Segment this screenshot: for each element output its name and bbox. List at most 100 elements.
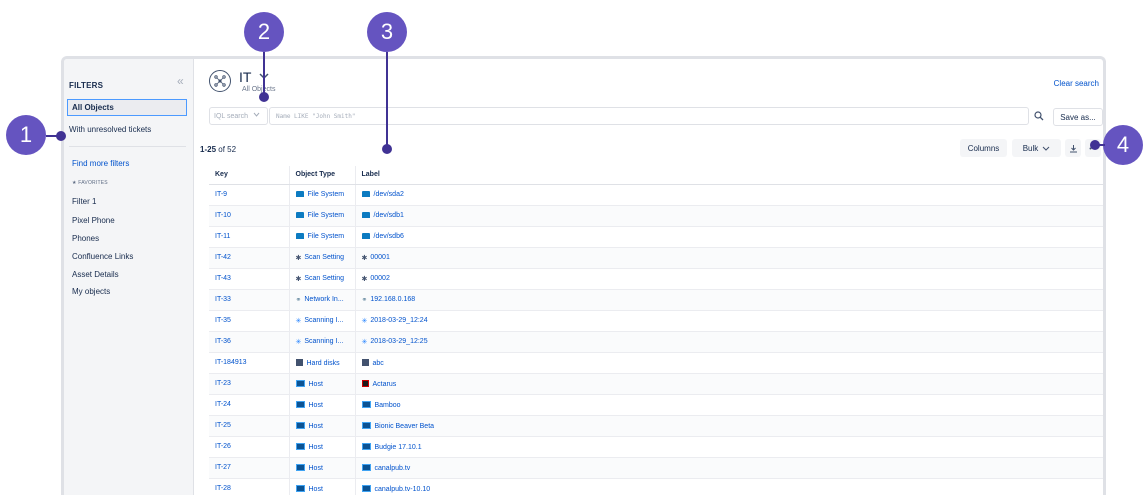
filter-all-objects[interactable]: All Objects — [67, 99, 187, 116]
collapse-sidebar-icon[interactable]: « — [177, 74, 184, 88]
table-row[interactable]: IT-9 File System /dev/sda2 — [209, 184, 1103, 206]
object-label-cell[interactable]: canalpub.tv — [354, 457, 1103, 479]
object-key[interactable]: IT-24 — [209, 394, 289, 416]
table-row[interactable]: IT-23 Host Actarus — [209, 373, 1103, 395]
object-key[interactable]: IT-11 — [209, 226, 289, 248]
object-label-cell[interactable]: abc — [354, 352, 1103, 374]
object-key[interactable]: IT-36 — [209, 331, 289, 353]
favorite-filter-1[interactable]: Filter 1 — [72, 197, 96, 206]
object-key[interactable]: IT-184913 — [209, 352, 289, 374]
object-type: Scanning I... — [304, 337, 344, 345]
object-key[interactable]: IT-10 — [209, 205, 289, 227]
object-type-cell[interactable]: Host — [288, 457, 355, 479]
object-label-cell[interactable]: /dev/sdb1 — [354, 205, 1103, 227]
object-label: Budgie 17.10.1 — [374, 443, 422, 451]
table-row[interactable]: IT-35 ✳ Scanning I... ✳ 2018-03-29_12:24 — [209, 310, 1103, 332]
object-type-cell[interactable]: Host — [288, 373, 355, 395]
filter-unresolved-tickets[interactable]: With unresolved tickets — [69, 125, 151, 134]
object-type-cell[interactable]: Host — [288, 478, 355, 495]
object-type-cell[interactable]: ✱ Scan Setting — [288, 268, 355, 290]
object-type: File System — [307, 233, 345, 240]
table-row[interactable]: IT-27 Host canalpub.tv — [209, 457, 1103, 479]
table-row[interactable]: IT-28 Host canalpub.tv-10.10 — [209, 478, 1103, 495]
object-key[interactable]: IT-33 — [209, 289, 289, 311]
favorite-asset-details[interactable]: Asset Details — [72, 270, 119, 279]
object-type-cell[interactable]: Host — [288, 415, 355, 437]
host-icon — [361, 442, 371, 450]
callout-3-dot — [382, 144, 392, 154]
object-key[interactable]: IT-42 — [209, 247, 289, 269]
object-key[interactable]: IT-28 — [209, 478, 289, 495]
search-mode-select[interactable]: IQL search — [209, 107, 268, 125]
object-key[interactable]: IT-35 — [209, 310, 289, 332]
table-row[interactable]: IT-184913 Hard disks abc — [209, 352, 1103, 374]
clear-search-link[interactable]: Clear search — [1054, 79, 1099, 88]
object-label-cell[interactable]: Budgie 17.10.1 — [354, 436, 1103, 458]
columns-button[interactable]: Columns — [960, 139, 1007, 157]
object-label-cell[interactable]: ✳ 2018-03-29_12:25 — [354, 331, 1103, 353]
object-label-cell[interactable]: ⚭ 192.168.0.168 — [354, 289, 1103, 311]
object-type-cell[interactable]: ✳ Scanning I... — [288, 331, 355, 353]
find-more-filters-link[interactable]: Find more filters — [72, 159, 129, 168]
object-type-cell[interactable]: ✳ Scanning I... — [288, 310, 355, 332]
favorite-pixel-phone[interactable]: Pixel Phone — [72, 216, 115, 225]
object-label-cell[interactable]: Actarus — [354, 373, 1103, 395]
object-label: /dev/sda2 — [373, 191, 404, 198]
object-type-cell[interactable]: Host — [288, 394, 355, 416]
table-row[interactable]: IT-25 Host Bionic Beaver Beta — [209, 415, 1103, 437]
object-key[interactable]: IT-9 — [209, 184, 289, 206]
object-key[interactable]: IT-23 — [209, 373, 289, 395]
table-row[interactable]: IT-43 ✱ Scan Setting ✱ 00002 — [209, 268, 1103, 290]
object-type: Scan Setting — [304, 253, 345, 261]
favorite-phones[interactable]: Phones — [72, 234, 99, 243]
favorite-confluence-links[interactable]: Confluence Links — [72, 252, 133, 261]
object-label-cell[interactable]: /dev/sdb6 — [354, 226, 1103, 248]
object-type-cell[interactable]: Hard disks — [288, 352, 355, 374]
object-label: Bamboo — [374, 401, 401, 409]
table-row[interactable]: IT-26 Host Budgie 17.10.1 — [209, 436, 1103, 458]
object-label-cell[interactable]: ✱ 00002 — [354, 268, 1103, 290]
object-label-cell[interactable]: /dev/sda2 — [354, 184, 1103, 206]
column-header-key[interactable]: Key — [209, 166, 289, 185]
object-type: Network In... — [304, 295, 344, 303]
object-label-cell[interactable]: Bamboo — [354, 394, 1103, 416]
network-icon: ⚭ — [295, 296, 302, 304]
object-key[interactable]: IT-25 — [209, 415, 289, 437]
object-label: /dev/sdb1 — [373, 212, 404, 219]
object-type-cell[interactable]: ✱ Scan Setting — [288, 247, 355, 269]
object-type-cell[interactable]: File System — [288, 226, 355, 248]
object-label-cell[interactable]: Bionic Beaver Beta — [354, 415, 1103, 437]
host-icon — [295, 442, 305, 450]
iql-search-input[interactable]: Name LIKE "John Smith" — [269, 107, 1029, 125]
object-key[interactable]: IT-27 — [209, 457, 289, 479]
table-row[interactable]: IT-36 ✳ Scanning I... ✳ 2018-03-29_12:25 — [209, 331, 1103, 353]
object-label: Bionic Beaver Beta — [374, 422, 435, 430]
object-label-cell[interactable]: ✳ 2018-03-29_12:24 — [354, 310, 1103, 332]
column-header-label[interactable]: Label — [354, 166, 1103, 185]
save-as-button[interactable]: Save as... — [1053, 108, 1103, 126]
table-row[interactable]: IT-10 File System /dev/sdb1 — [209, 205, 1103, 227]
object-type-cell[interactable]: File System — [288, 184, 355, 206]
object-type-cell[interactable]: ⚭ Network In... — [288, 289, 355, 311]
table-row[interactable]: IT-24 Host Bamboo — [209, 394, 1103, 416]
gear-icon: ✱ — [361, 275, 368, 283]
column-header-object-type[interactable]: Object Type — [288, 166, 355, 185]
object-label-cell[interactable]: ✱ 00001 — [354, 247, 1103, 269]
object-type-cell[interactable]: Host — [288, 436, 355, 458]
host-icon — [361, 400, 371, 408]
schema-name: IT — [239, 69, 252, 85]
object-type-cell[interactable]: File System — [288, 205, 355, 227]
table-row[interactable]: IT-42 ✱ Scan Setting ✱ 00001 — [209, 247, 1103, 269]
download-icon[interactable] — [1065, 139, 1081, 157]
filters-title: FILTERS — [69, 81, 104, 90]
object-key[interactable]: IT-43 — [209, 268, 289, 290]
object-label-cell[interactable]: canalpub.tv-10.10 — [354, 478, 1103, 495]
favorite-my-objects[interactable]: My objects — [72, 287, 110, 296]
folder-icon — [295, 233, 304, 239]
search-icon[interactable] — [1030, 107, 1048, 125]
host-icon — [295, 379, 305, 387]
object-key[interactable]: IT-26 — [209, 436, 289, 458]
table-row[interactable]: IT-33 ⚭ Network In... ⚭ 192.168.0.168 — [209, 289, 1103, 311]
bulk-button[interactable]: Bulk — [1012, 139, 1061, 157]
table-row[interactable]: IT-11 File System /dev/sdb6 — [209, 226, 1103, 248]
